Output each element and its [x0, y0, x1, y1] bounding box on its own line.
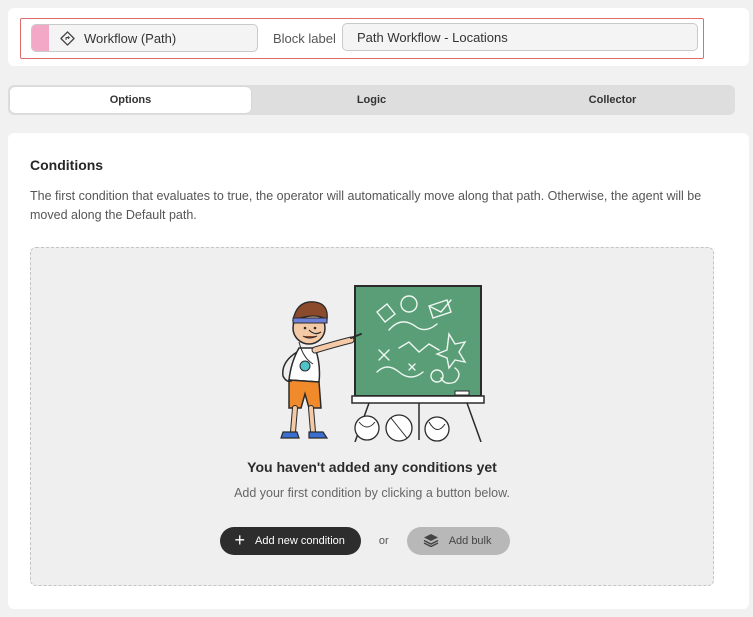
conditions-title: Conditions	[30, 157, 104, 173]
or-separator: or	[378, 535, 389, 547]
empty-state-subtitle: Add your first condition by clicking a b…	[234, 486, 510, 500]
block-label-caption: Block label	[273, 31, 336, 46]
block-header: Workflow (Path) Block label	[8, 8, 749, 66]
empty-state-actions: + Add new condition or Add bulk	[31, 527, 713, 555]
block-type-label: Workflow (Path)	[84, 30, 177, 46]
plus-icon: +	[234, 530, 245, 550]
empty-state-title: You haven't added any conditions yet	[247, 459, 497, 475]
block-type-selector[interactable]: Workflow (Path)	[31, 24, 258, 52]
tab-logic[interactable]: Logic	[251, 87, 492, 113]
header-highlight-outline: Workflow (Path) Block label	[20, 18, 704, 59]
block-color-swatch	[32, 25, 49, 51]
add-bulk-label: Add bulk	[448, 535, 492, 547]
tab-collector[interactable]: Collector	[492, 87, 733, 113]
layers-icon	[423, 533, 439, 550]
add-new-condition-button[interactable]: + Add new condition	[220, 527, 361, 555]
conditions-panel: Conditions The first condition that eval…	[8, 133, 749, 609]
add-new-condition-label: Add new condition	[255, 535, 345, 547]
coach-chalkboard-illustration	[280, 285, 485, 442]
tab-bar: Options Logic Collector	[8, 85, 735, 115]
conditions-empty-state: You haven't added any conditions yet Add…	[30, 247, 714, 586]
add-bulk-button[interactable]: Add bulk	[406, 527, 510, 555]
conditions-description: The first condition that evaluates to tr…	[30, 189, 702, 222]
block-label-input[interactable]	[342, 23, 698, 51]
tab-options[interactable]: Options	[10, 87, 251, 113]
path-diamond-icon	[59, 30, 76, 47]
